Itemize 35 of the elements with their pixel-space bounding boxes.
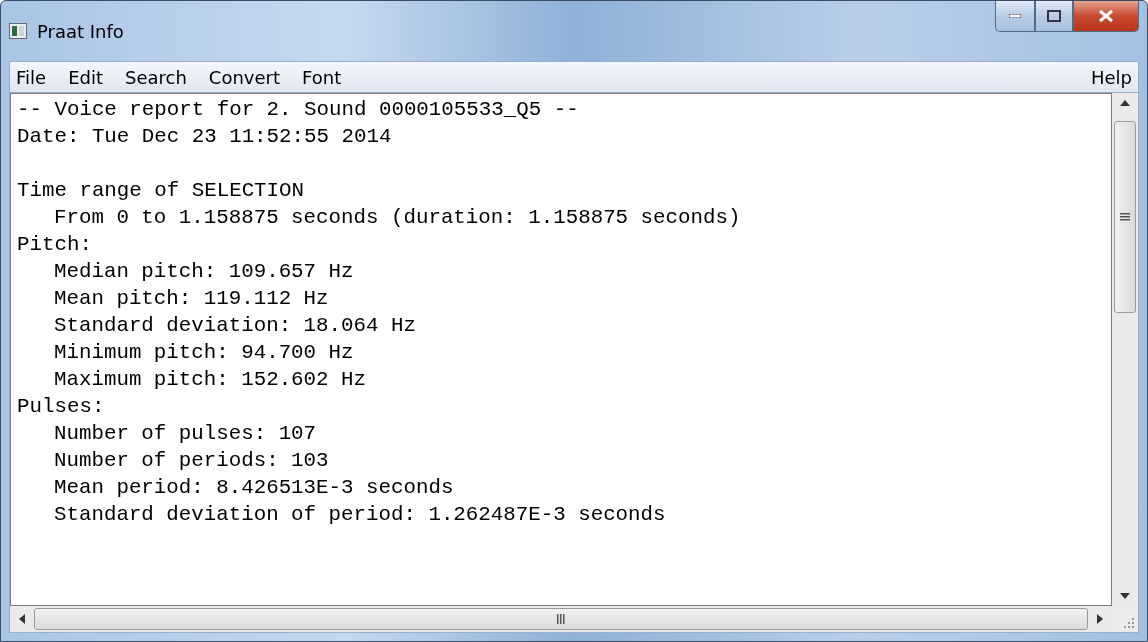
minimize-button[interactable] (995, 1, 1035, 32)
close-button[interactable] (1073, 1, 1139, 32)
menu-item[interactable]: Font (302, 66, 342, 88)
section-heading: Pitch: (17, 233, 92, 256)
help-menu[interactable]: Help (1090, 66, 1132, 88)
minimize-icon (1009, 14, 1021, 18)
report-line: Standard deviation of period: 1.262487E-3 seconds (54, 503, 666, 526)
report-line: Mean period: 8.426513E-3 seconds (54, 476, 454, 499)
menu-item[interactable]: Convert (208, 66, 280, 88)
section-heading: Time range of SELECTION (17, 179, 305, 202)
grip-icon (555, 613, 567, 625)
resize-grip-icon[interactable] (1123, 617, 1135, 629)
scroll-thumb[interactable] (34, 608, 1088, 630)
report-line: Standard deviation: 18.064 Hz (54, 314, 416, 337)
menu-item[interactable]: File (16, 66, 47, 88)
section-heading: Pulses: (17, 395, 105, 418)
scroll-thumb[interactable] (1114, 121, 1136, 313)
report-line: Date: Tue Dec 23 11:52:55 2014 (17, 125, 392, 148)
menu-item[interactable]: Edit (68, 66, 103, 88)
report-line: Mean pitch: 119.112 Hz (54, 287, 329, 310)
report-line: Minimum pitch: 94.700 Hz (54, 341, 354, 364)
maximize-button[interactable] (1035, 1, 1073, 32)
close-icon (1098, 9, 1114, 23)
window-title: Praat Info (37, 20, 124, 42)
grip-icon (1119, 211, 1131, 223)
report-line: Number of pulses: 107 (54, 422, 317, 445)
report-line: Median pitch: 109.657 Hz (54, 260, 354, 283)
report-line: -- Voice report for 2. Sound 0000105533_Q5 -- (17, 98, 579, 121)
maximize-icon (1047, 10, 1061, 22)
report-line: From 0 to 1.158875 seconds (duration: 1.158875 seconds) (54, 206, 741, 229)
menu-item[interactable]: Search (125, 66, 187, 88)
app-icon (9, 23, 27, 39)
report-line: Maximum pitch: 152.602 Hz (54, 368, 366, 391)
report-text-area[interactable] (10, 93, 1112, 606)
report-line: Number of periods: 103 (54, 449, 329, 472)
